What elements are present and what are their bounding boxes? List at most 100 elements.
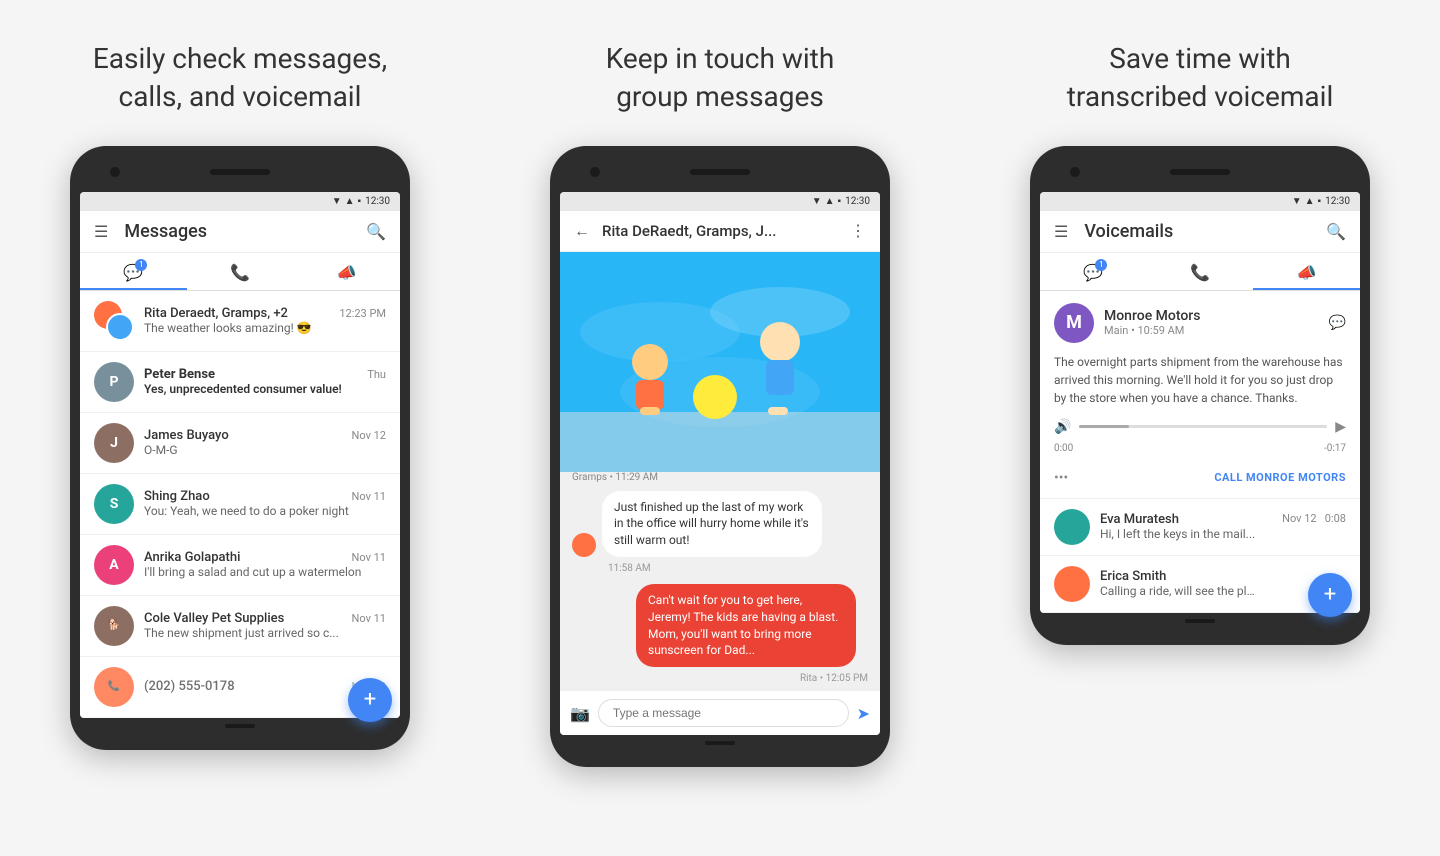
message-name-1: Peter Bense	[144, 367, 215, 382]
vm-duration-0: 0:08	[1325, 512, 1346, 525]
tabs-messages: 💬 1 📞 📣	[80, 253, 400, 291]
phone-home-button[interactable]	[225, 724, 255, 728]
phone-screen-group: ▼ ▲ ▪ 12:30 ← Rita DeRaedt, Gramps, J...…	[560, 192, 880, 736]
vm-preview-1: Calling a ride, will see the place ...	[1100, 584, 1260, 598]
phone-messages: ▼ ▲ ▪ 12:30 ☰ Messages 🔍 💬 1	[70, 146, 410, 750]
incoming-avatar	[572, 533, 596, 557]
search-icon-messages[interactable]: 🔍	[366, 222, 386, 241]
voicemail-transcript: The overnight parts shipment from the wa…	[1054, 353, 1346, 407]
menu-icon-v[interactable]: ☰	[1054, 222, 1068, 241]
tab-calls[interactable]: 📞	[187, 253, 294, 290]
tab-chat[interactable]: 💬 1	[80, 253, 187, 290]
message-item-0[interactable]: Rita Deraedt, Gramps, +2 12:23 PM The we…	[80, 291, 400, 352]
phone-group: ▼ ▲ ▪ 12:30 ← Rita DeRaedt, Gramps, J...…	[550, 146, 890, 768]
more-icon[interactable]: ⋮	[850, 221, 866, 240]
audio-track[interactable]	[1079, 425, 1327, 428]
vm-avatar-1	[1054, 566, 1090, 602]
fab-messages[interactable]: +	[348, 678, 392, 722]
incoming-time: 11:58 AM	[560, 561, 880, 580]
message-preview-5: The new shipment just arrived so c...	[144, 626, 386, 640]
chat-pool-image	[560, 252, 880, 472]
signal-icon-v: ▼	[1292, 196, 1302, 207]
message-name-6: (202) 555-0178	[144, 679, 235, 694]
avatar-1: P	[94, 362, 134, 402]
status-bar-messages: ▼ ▲ ▪ 12:30	[80, 192, 400, 211]
avatar-3: S	[94, 484, 134, 524]
outgoing-time: Rita • 12:05 PM	[560, 671, 880, 690]
tab-voicemail-v[interactable]: 📣	[1253, 253, 1360, 290]
calls-tab-icon-v: 📞	[1190, 263, 1210, 282]
message-content-0: Rita Deraedt, Gramps, +2 12:23 PM The we…	[144, 306, 386, 335]
app-header-voicemail: ☰ Voicemails 🔍	[1040, 211, 1360, 253]
message-time-1: Thu	[367, 368, 386, 381]
avatar-4: A	[94, 545, 134, 585]
avatar-6: 📞	[94, 667, 134, 707]
panel-messages: Easily check messages, calls, and voicem…	[0, 0, 480, 750]
chat-input-bar: 📷 ➤	[560, 690, 880, 735]
message-content-5: Cole Valley Pet Supplies Nov 11 The new …	[144, 611, 386, 640]
transcript-icon: 💬	[1329, 315, 1346, 331]
phone-home-button-group[interactable]	[705, 741, 735, 745]
call-button[interactable]: CALL MONROE MOTORS	[1214, 471, 1346, 484]
pool-svg	[560, 252, 880, 472]
phone-home-button-voicemail[interactable]	[1185, 619, 1215, 623]
phone-camera	[110, 167, 120, 177]
app-header-left: ☰ Messages	[94, 221, 207, 242]
phone-speaker-voicemail	[1170, 169, 1230, 175]
panel-title-messages: Easily check messages, calls, and voicem…	[93, 40, 387, 116]
panel-title-group: Keep in touch with group messages	[606, 40, 835, 116]
play-icon[interactable]: ▶	[1335, 419, 1346, 435]
app-header-left-v: ☰ Voicemails	[1054, 221, 1173, 242]
phone-camera-voicemail	[1070, 167, 1080, 177]
message-time-3: Nov 11	[352, 490, 386, 503]
message-item-2[interactable]: J James Buyayo Nov 12 O-M-G	[80, 413, 400, 474]
chat-header-title: Rita DeRaedt, Gramps, J...	[602, 222, 838, 240]
tab-calls-v[interactable]: 📞	[1147, 253, 1254, 290]
outgoing-bubble-row: Can't wait for you to get here, Jeremy! …	[560, 580, 880, 671]
app-title-voicemail: Voicemails	[1084, 221, 1173, 242]
avatar-double-0	[94, 301, 134, 341]
message-item-5[interactable]: 🐕 Cole Valley Pet Supplies Nov 11 The ne…	[80, 596, 400, 657]
back-icon[interactable]: ←	[574, 221, 590, 241]
phone-screen-messages: ▼ ▲ ▪ 12:30 ☰ Messages 🔍 💬 1	[80, 192, 400, 718]
vm-list-item-0[interactable]: Eva Muratesh Nov 12 0:08 Hi, I left the …	[1040, 499, 1360, 556]
audio-current-time: 0:00	[1054, 443, 1073, 454]
status-time: 12:30	[365, 196, 390, 207]
incoming-bubble-row: Just finished up the last of my work in …	[560, 487, 880, 561]
chat-body: Gramps • 11:29 AM Just finished up the l…	[560, 252, 880, 691]
message-item-3[interactable]: S Shing Zhao Nov 11 You: Yeah, we need t…	[80, 474, 400, 535]
voicemail-actions: ••• CALL MONROE MOTORS	[1054, 464, 1346, 486]
wifi-icon: ▲	[345, 196, 355, 207]
message-content-2: James Buyayo Nov 12 O-M-G	[144, 428, 386, 457]
outgoing-bubble: Can't wait for you to get here, Jeremy! …	[636, 584, 856, 667]
message-item-1[interactable]: P Peter Bense Thu Yes, unprecedented con…	[80, 352, 400, 413]
message-item-4[interactable]: A Anrika Golapathi Nov 11 I'll bring a s…	[80, 535, 400, 596]
message-preview-4: I'll bring a salad and cut up a watermel…	[144, 565, 386, 579]
status-bar-group: ▼ ▲ ▪ 12:30	[560, 192, 880, 211]
message-content-3: Shing Zhao Nov 11 You: Yeah, we need to …	[144, 489, 386, 518]
phone-top-group	[560, 160, 880, 184]
fab-voicemail[interactable]: +	[1308, 573, 1352, 617]
tab-voicemail-msgs[interactable]: 📣	[293, 253, 400, 290]
speaker-icon[interactable]: 🔊	[1054, 419, 1071, 435]
message-name-0: Rita Deraedt, Gramps, +2	[144, 306, 288, 321]
chat-image-caption: Gramps • 11:29 AM	[560, 472, 880, 487]
status-bar-voicemail: ▼ ▲ ▪ 12:30	[1040, 192, 1360, 211]
message-preview-1: Yes, unprecedented consumer value!	[144, 382, 386, 396]
search-icon-voicemail[interactable]: 🔍	[1326, 222, 1346, 241]
phone-top-voicemail	[1040, 160, 1360, 184]
camera-icon[interactable]: 📷	[570, 704, 590, 723]
status-icons-group: ▼ ▲ ▪	[812, 196, 841, 207]
chat-input-field[interactable]	[598, 699, 849, 727]
send-icon[interactable]: ➤	[857, 704, 870, 723]
phone-screen-voicemail: ▼ ▲ ▪ 12:30 ☰ Voicemails 🔍 💬 1	[1040, 192, 1360, 613]
message-list: Rita Deraedt, Gramps, +2 12:23 PM The we…	[80, 291, 400, 718]
tab-chat-v[interactable]: 💬 1	[1040, 253, 1147, 290]
menu-icon[interactable]: ☰	[94, 222, 108, 241]
voicemail-main-item: M Monroe Motors Main • 10:59 AM 💬 The ov…	[1040, 291, 1360, 499]
more-options-icon[interactable]: •••	[1054, 470, 1068, 486]
audio-times: 0:00 -0:17	[1054, 443, 1346, 454]
message-content-4: Anrika Golapathi Nov 11 I'll bring a sal…	[144, 550, 386, 579]
wifi-icon-g: ▲	[825, 196, 835, 207]
panel-title-voicemail: Save time with transcribed voicemail	[1067, 40, 1334, 116]
